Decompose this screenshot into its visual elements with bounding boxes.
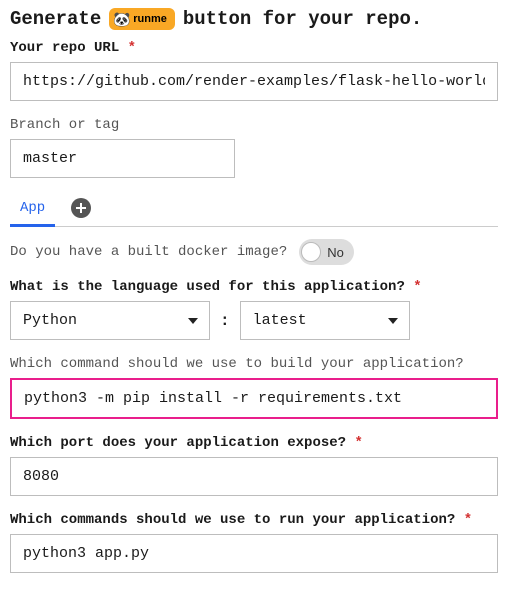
required-marker: * bbox=[128, 40, 136, 56]
run-command-label-text: Which commands should we use to run your… bbox=[10, 512, 455, 528]
runme-badge-icon: 🐼 bbox=[113, 11, 129, 27]
page-title: Generate 🐼 runme button for your repo. bbox=[10, 8, 498, 30]
repo-url-label: Your repo URL * bbox=[10, 40, 498, 56]
version-select[interactable]: latest bbox=[240, 301, 410, 340]
title-prefix: Generate bbox=[10, 8, 101, 30]
docker-toggle-label: No bbox=[327, 245, 344, 260]
build-command-label: Which command should we use to build you… bbox=[10, 356, 498, 372]
docker-toggle[interactable]: No bbox=[299, 239, 354, 265]
run-command-label: Which commands should we use to run your… bbox=[10, 512, 498, 528]
run-command-field: Which commands should we use to run your… bbox=[10, 512, 498, 573]
branch-input[interactable] bbox=[10, 139, 235, 178]
language-separator: : bbox=[220, 312, 230, 330]
build-command-input[interactable] bbox=[10, 378, 498, 419]
title-suffix: button for your repo. bbox=[183, 8, 422, 30]
run-command-input[interactable] bbox=[10, 534, 498, 573]
port-field: Which port does your application expose?… bbox=[10, 435, 498, 496]
language-select[interactable]: Python bbox=[10, 301, 210, 340]
required-marker: * bbox=[354, 435, 362, 451]
language-field: What is the language used for this appli… bbox=[10, 279, 498, 340]
branch-label: Branch or tag bbox=[10, 117, 498, 133]
plus-icon bbox=[76, 203, 86, 213]
port-input[interactable] bbox=[10, 457, 498, 496]
branch-field: Branch or tag bbox=[10, 117, 498, 178]
port-label-text: Which port does your application expose? bbox=[10, 435, 346, 451]
docker-question-text: Do you have a built docker image? bbox=[10, 244, 287, 260]
docker-question-row: Do you have a built docker image? No bbox=[10, 239, 498, 265]
add-tab-button[interactable] bbox=[71, 198, 91, 218]
language-label-text: What is the language used for this appli… bbox=[10, 279, 405, 295]
runme-badge: 🐼 runme bbox=[109, 8, 175, 30]
tabs-row: App bbox=[10, 194, 498, 227]
tab-app[interactable]: App bbox=[10, 194, 55, 227]
port-label: Which port does your application expose?… bbox=[10, 435, 498, 451]
repo-url-field: Your repo URL * bbox=[10, 40, 498, 101]
runme-badge-text: runme bbox=[133, 13, 167, 25]
toggle-knob bbox=[301, 242, 321, 262]
build-command-field: Which command should we use to build you… bbox=[10, 356, 498, 419]
repo-url-input[interactable] bbox=[10, 62, 498, 101]
required-marker: * bbox=[413, 279, 421, 295]
repo-url-label-text: Your repo URL bbox=[10, 40, 119, 56]
language-label: What is the language used for this appli… bbox=[10, 279, 498, 295]
required-marker: * bbox=[464, 512, 472, 528]
